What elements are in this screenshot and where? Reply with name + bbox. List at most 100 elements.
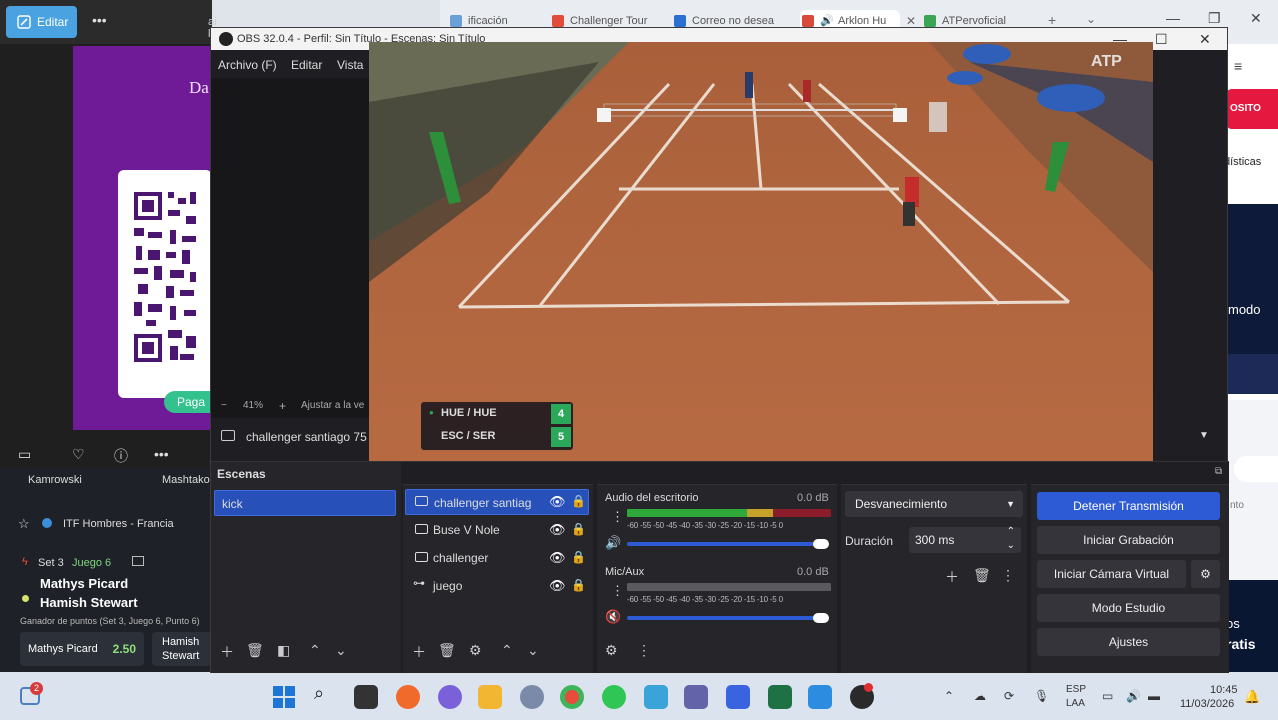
eye-icon[interactable]: 👁 xyxy=(549,494,566,510)
clock-date[interactable]: 11/03/2026 xyxy=(1180,698,1234,710)
virtual-camera-settings-button[interactable]: ⚙ xyxy=(1191,560,1220,588)
trash-icon[interactable]: 🗑 xyxy=(246,642,264,659)
trash-icon[interactable]: 🗑 xyxy=(973,567,991,584)
trash-icon[interactable]: 🗑 xyxy=(438,642,456,659)
eye-icon[interactable]: 👁 xyxy=(549,550,566,566)
battery-icon[interactable]: ▬ xyxy=(1148,689,1160,703)
copilot-icon[interactable] xyxy=(438,685,462,709)
tab-list-chevron-icon[interactable]: ⌄ xyxy=(1086,12,1096,26)
app-icon[interactable] xyxy=(520,685,544,709)
settings-button[interactable]: Ajustes xyxy=(1037,628,1220,656)
eye-icon[interactable]: 👁 xyxy=(549,578,566,594)
volume-slider-knob[interactable] xyxy=(813,613,829,623)
studio-mode-button[interactable]: Modo Estudio xyxy=(1037,594,1220,622)
move-down-icon[interactable]: ⌄ xyxy=(527,642,539,659)
muted-mic-icon[interactable]: 🔇 xyxy=(605,609,621,625)
dropdown-chevron-icon[interactable]: ▼ xyxy=(1199,430,1209,441)
odds-button-player2[interactable]: Hamish Stewart xyxy=(152,632,212,666)
microphone-icon[interactable]: 🎙 xyxy=(1034,689,1049,703)
filmstrip-icon[interactable]: ▭ xyxy=(18,446,31,463)
sync-icon[interactable]: ⟳ xyxy=(1004,689,1014,703)
clock-time[interactable]: 10:45 xyxy=(1210,684,1238,696)
deposit-button[interactable]: OSITO xyxy=(1226,89,1278,129)
filter-icon[interactable]: ◧ xyxy=(277,642,290,659)
heart-icon[interactable]: ♡ xyxy=(72,446,85,463)
more-vertical-icon[interactable]: ⋮ xyxy=(1001,567,1015,584)
preview-area[interactable] xyxy=(211,78,369,418)
new-tab-icon[interactable]: + xyxy=(1048,12,1056,28)
move-up-icon[interactable]: ⌃ xyxy=(501,642,513,659)
volume-slider[interactable] xyxy=(627,616,823,620)
start-icon[interactable] xyxy=(272,685,296,709)
menu-icon[interactable]: ≡ xyxy=(1234,58,1242,74)
advanced-audio-icon[interactable]: ⚙ xyxy=(605,642,618,659)
dock-float-icon[interactable]: ⧉ xyxy=(1215,466,1222,477)
teams-icon[interactable] xyxy=(684,685,708,709)
firefox-icon[interactable] xyxy=(396,685,420,709)
more-vertical-icon[interactable]: ⋮ xyxy=(611,583,624,599)
keyboard-layout[interactable]: LAA xyxy=(1066,698,1085,709)
lock-icon[interactable]: 🔒 xyxy=(571,578,586,592)
close-icon[interactable]: ✕ xyxy=(1250,10,1262,27)
add-icon[interactable]: ＋ xyxy=(945,567,959,587)
more-vertical-icon[interactable]: ⋮ xyxy=(611,509,624,525)
gear-icon[interactable]: ⚙ xyxy=(469,642,482,659)
stats-link[interactable]: dísticas xyxy=(1224,156,1261,168)
volume-icon[interactable]: 🔊 xyxy=(1126,689,1141,703)
cloud-icon[interactable]: ☁ xyxy=(974,689,986,703)
info-icon[interactable]: ⓘ xyxy=(114,446,128,466)
star-icon[interactable]: ☆ xyxy=(18,516,30,532)
lock-icon[interactable]: 🔒 xyxy=(571,494,586,508)
minimize-icon[interactable]: — xyxy=(1166,10,1180,26)
scene-item[interactable]: kick xyxy=(214,490,396,516)
volume-slider-knob[interactable] xyxy=(813,539,829,549)
task-view-icon[interactable] xyxy=(354,685,378,709)
file-explorer-icon[interactable] xyxy=(478,685,502,709)
more-options-icon[interactable]: ••• xyxy=(154,446,169,462)
more-vertical-icon[interactable]: ⋮ xyxy=(637,642,651,659)
maximize-icon[interactable]: ☐ xyxy=(1155,28,1168,50)
speaker-icon[interactable]: 🔊 xyxy=(605,535,621,551)
video-preview[interactable]: ATP ● HUE / HUE ESC / SER 4 5 xyxy=(369,42,1153,484)
photos-icon[interactable] xyxy=(808,685,832,709)
zoom-in-icon[interactable]: + xyxy=(279,399,286,413)
lock-icon[interactable]: 🔒 xyxy=(571,550,586,564)
maximize-icon[interactable]: ❐ xyxy=(1208,10,1221,27)
move-down-icon[interactable]: ⌄ xyxy=(335,642,347,659)
eye-icon[interactable]: 👁 xyxy=(549,522,566,538)
zoom-out-icon[interactable]: − xyxy=(221,400,227,411)
chrome-icon[interactable] xyxy=(560,685,584,709)
start-recording-button[interactable]: Iniciar Grabación xyxy=(1037,526,1220,554)
transition-select[interactable]: Desvanecimiento ▼ xyxy=(845,491,1023,517)
app-icon[interactable] xyxy=(726,685,750,709)
menu-file[interactable]: Archivo (F) xyxy=(218,58,277,72)
search-icon[interactable]: ⌕ xyxy=(314,683,338,707)
active-source-row[interactable]: challenger santiago 75 xyxy=(211,423,369,451)
league-name[interactable]: ITF Hombres - Francia xyxy=(63,518,174,530)
volume-slider[interactable] xyxy=(627,542,823,546)
decrement-icon[interactable]: ⌄ xyxy=(1007,533,1015,559)
edit-button[interactable]: Editar xyxy=(6,6,77,38)
stream-icon[interactable] xyxy=(132,556,144,566)
stop-streaming-button[interactable]: Detener Transmisión xyxy=(1037,492,1220,520)
duration-spinbox[interactable]: 300 ms ⌃ ⌄ xyxy=(909,526,1021,553)
excel-icon[interactable] xyxy=(768,685,792,709)
add-icon[interactable]: ＋ xyxy=(220,642,234,662)
whatsapp-icon[interactable] xyxy=(602,685,626,709)
menu-edit[interactable]: Editar xyxy=(291,58,322,72)
chevron-up-icon[interactable]: ⌃ xyxy=(944,689,954,703)
display-icon[interactable]: ▭ xyxy=(1102,689,1113,703)
add-icon[interactable]: ＋ xyxy=(412,642,426,662)
menu-view[interactable]: Vista xyxy=(337,58,363,72)
fit-to-window-button[interactable]: Ajustar a la ve xyxy=(301,400,364,411)
lock-icon[interactable]: 🔒 xyxy=(571,522,586,536)
odds-button-player1[interactable]: Mathys Picard 2.50 xyxy=(20,632,144,666)
move-up-icon[interactable]: ⌃ xyxy=(309,642,321,659)
language-indicator[interactable]: ESP xyxy=(1066,684,1086,695)
m365-icon[interactable] xyxy=(644,685,668,709)
pay-button[interactable]: Paga xyxy=(164,391,212,413)
notifications-icon[interactable]: 🔔 xyxy=(1244,689,1260,705)
side-input[interactable] xyxy=(1234,456,1278,482)
close-icon[interactable]: ✕ xyxy=(1199,28,1211,50)
virtual-camera-button[interactable]: Iniciar Cámara Virtual xyxy=(1037,560,1186,588)
